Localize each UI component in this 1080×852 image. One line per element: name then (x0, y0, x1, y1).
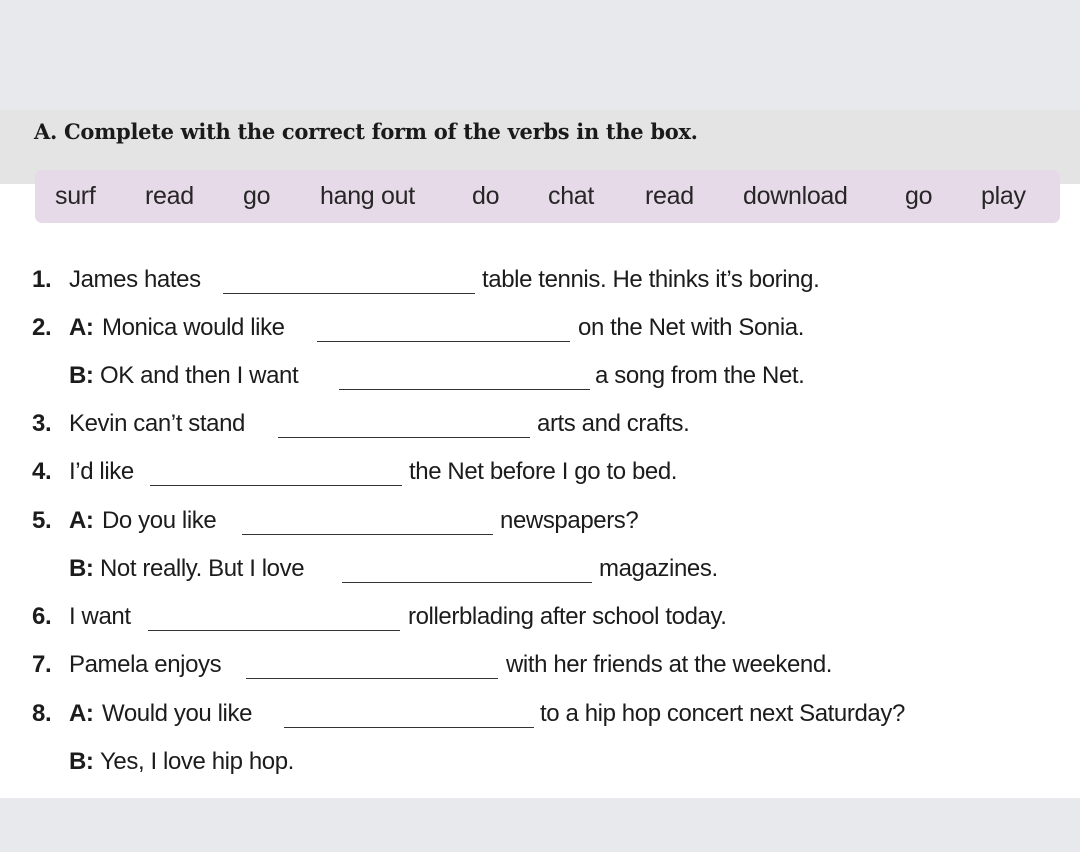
exercise-line: 7. Pamela enjoys with her friends at the… (0, 651, 1080, 685)
exercise-line: 8. A: Would you like to a hip hop concer… (0, 700, 1080, 734)
text-after: newspapers? (500, 507, 639, 534)
answer-blank[interactable] (148, 630, 400, 631)
item-number: 4. (32, 458, 52, 485)
text-after: on the Net with Sonia. (578, 314, 805, 341)
exercise-line: 4. I’d like the Net before I go to bed. (0, 458, 1080, 492)
speaker-label: A: (69, 507, 94, 534)
item-number: 1. (32, 266, 52, 293)
word-box-item: download (743, 182, 848, 210)
word-box-item: play (981, 182, 1026, 210)
exercise-line: 3. Kevin can’t stand arts and crafts. (0, 410, 1080, 444)
exercise-line: 1. James hates table tennis. He thinks i… (0, 266, 1080, 300)
item-number: 5. (32, 507, 52, 534)
text-before: Not really. But I love (100, 555, 305, 582)
text-after: arts and crafts. (537, 410, 690, 437)
word-box-item: read (145, 182, 194, 210)
answer-blank[interactable] (223, 293, 475, 294)
answer-blank[interactable] (342, 582, 592, 583)
word-box: surf read go hang out do chat read downl… (35, 170, 1060, 223)
item-number: 6. (32, 603, 52, 630)
speaker-label: B: (69, 555, 94, 582)
item-number: 3. (32, 410, 52, 437)
text-before: Pamela enjoys (69, 651, 222, 678)
word-box-item: read (645, 182, 694, 210)
text-after: to a hip hop concert next Saturday? (540, 700, 905, 727)
text-before: I’d like (69, 458, 134, 485)
text-after: magazines. (599, 555, 718, 582)
answer-blank[interactable] (242, 534, 493, 535)
text-before: Monica would like (102, 314, 285, 341)
text-after: a song from the Net. (595, 362, 805, 389)
answer-blank[interactable] (317, 341, 570, 342)
word-box-item: hang out (320, 182, 415, 210)
exercise-line: B: Not really. But I love magazines. (0, 555, 1080, 589)
word-box-item: surf (55, 182, 96, 210)
item-number: 8. (32, 700, 52, 727)
answer-blank[interactable] (284, 727, 534, 728)
word-box-item: chat (548, 182, 595, 210)
item-number: 7. (32, 651, 52, 678)
text-before: OK and then I want (100, 362, 299, 389)
text-after: rollerblading after school today. (408, 603, 727, 630)
answer-blank[interactable] (246, 678, 498, 679)
exercise-line: 5. A: Do you like newspapers? (0, 507, 1080, 541)
exercise-line: 2. A: Monica would like on the Net with … (0, 314, 1080, 348)
word-box-item: do (472, 182, 500, 210)
text-before: Do you like (102, 507, 217, 534)
text-before: Kevin can’t stand (69, 410, 245, 437)
exercise-line: B: OK and then I want a song from the Ne… (0, 362, 1080, 396)
exercise-line: 6. I want rollerblading after school tod… (0, 603, 1080, 637)
text-after: table tennis. He thinks it’s boring. (482, 266, 820, 293)
text-before: James hates (69, 266, 201, 293)
text-before: I want (69, 603, 131, 630)
text-after: with her friends at the weekend. (506, 651, 833, 678)
word-box-item: go (905, 182, 933, 210)
text-before: Yes, I love hip hop. (100, 748, 294, 775)
answer-blank[interactable] (150, 485, 402, 486)
instruction-title: A. Complete with the correct form of the… (34, 119, 698, 144)
item-number: 2. (32, 314, 52, 341)
speaker-label: A: (69, 314, 94, 341)
speaker-label: B: (69, 748, 94, 775)
speaker-label: A: (69, 700, 94, 727)
exercise-line: B: Yes, I love hip hop. (0, 748, 1080, 782)
answer-blank[interactable] (339, 389, 590, 390)
text-after: the Net before I go to bed. (409, 458, 678, 485)
text-before: Would you like (102, 700, 253, 727)
speaker-label: B: (69, 362, 94, 389)
answer-blank[interactable] (278, 437, 530, 438)
word-box-item: go (243, 182, 271, 210)
